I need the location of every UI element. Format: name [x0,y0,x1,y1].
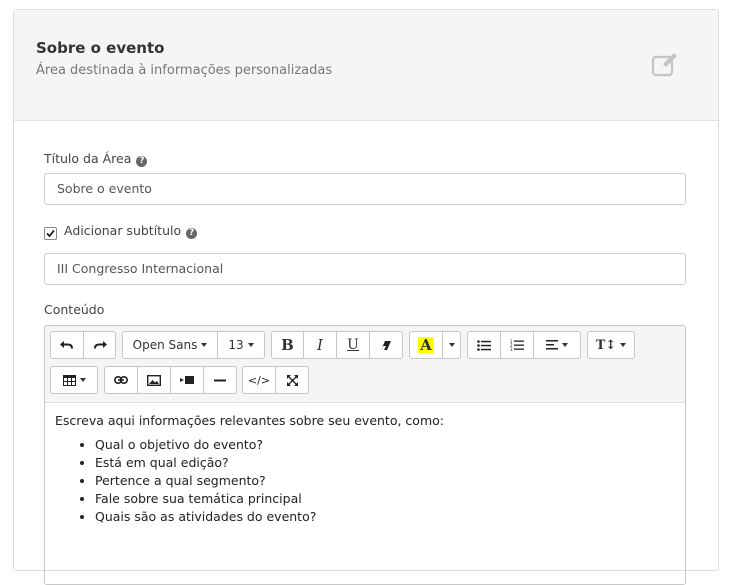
table-icon [62,374,76,386]
rich-text-editor: Open Sans 13 B I U A 123 T↕ </> Escreva … [44,325,686,585]
edit-icon[interactable] [650,50,680,80]
title-field-label-text: Título da Área [44,151,132,166]
italic-button[interactable]: I [303,331,337,359]
minus-icon [214,379,226,381]
link-button[interactable] [104,366,138,394]
font-size-select[interactable]: 13 [217,331,265,359]
panel-title: Sobre o evento [36,39,165,57]
unordered-list-button[interactable] [467,331,501,359]
editor-toolbar: Open Sans 13 B I U A 123 T↕ </> [45,326,685,403]
svg-text:3: 3 [510,347,513,351]
align-select[interactable] [533,331,581,359]
table-select[interactable] [50,366,98,394]
subtitle-input-value: III Congresso Internacional [57,261,224,276]
help-icon[interactable]: ? [186,228,198,239]
text-height-label: T↕ [595,337,617,353]
panel-header: Sobre o evento Área destinada à informaç… [14,10,718,121]
chevron-down-icon [448,343,455,347]
check-icon [46,229,55,238]
font-size-value: 13 [228,338,244,352]
fullscreen-button[interactable] [275,366,309,394]
undo-icon [60,341,73,349]
chevron-down-icon [201,343,208,347]
italic-label: I [317,336,323,354]
add-subtitle-checkbox[interactable] [44,227,57,240]
text-color-button[interactable]: A [409,331,443,359]
font-family-value: Open Sans [132,338,198,352]
image-icon [147,374,161,386]
numbered-list-icon: 123 [510,339,524,351]
event-about-panel: Sobre o evento Área destinada à informaç… [13,9,719,585]
underline-label: U [347,337,359,353]
underline-button[interactable]: U [336,331,370,359]
content-field-label: Conteúdo [44,302,105,317]
redo-icon [93,341,107,349]
redo-button[interactable] [83,331,116,359]
bold-label: B [281,336,294,354]
link-icon [114,376,128,384]
title-field-label: Título da Área? [44,151,148,167]
title-input[interactable]: Sobre o evento [44,173,686,205]
editor-intro: Escreva aqui informações relevantes sobr… [55,413,444,428]
code-label: </> [247,373,271,387]
eraser-icon [381,340,391,350]
expand-icon [286,374,298,386]
title-input-value: Sobre o evento [57,181,152,196]
add-subtitle-label-text: Adicionar subtítulo [64,223,182,238]
clear-format-button[interactable] [369,331,403,359]
list-item: Qual o objetivo do evento? [95,436,675,454]
align-left-icon [546,340,558,350]
chevron-down-icon [79,378,86,382]
editor-list: Qual o objetivo do evento? Está em qual … [55,436,675,526]
panel-subtitle: Área destinada à informações personaliza… [36,63,333,78]
list-item: Fale sobre sua temática principal [95,490,675,508]
add-subtitle-label: Adicionar subtítulo? [64,223,198,239]
list-item: Está em qual edição? [95,454,675,472]
editor-content[interactable]: Escreva aqui informações relevantes sobr… [45,403,685,536]
color-dropdown-button[interactable] [442,331,461,359]
code-view-button[interactable]: </> [242,366,276,394]
chevron-down-icon [247,343,254,347]
bold-button[interactable]: B [271,331,304,359]
image-button[interactable] [137,366,171,394]
video-button[interactable] [170,366,204,394]
text-color-label: A [418,336,434,354]
list-item: Pertence a qual segmento? [95,472,675,490]
text-height-select[interactable]: T↕ [587,331,635,359]
bullet-list-icon [477,339,491,351]
chevron-down-icon [562,343,568,347]
chevron-down-icon [620,343,627,347]
undo-button[interactable] [50,331,84,359]
list-item: Quais são as atividades do evento? [95,508,675,526]
subtitle-input[interactable]: III Congresso Internacional [44,253,686,285]
font-family-select[interactable]: Open Sans [122,331,218,359]
ordered-list-button[interactable]: 123 [500,331,534,359]
video-icon [180,376,194,384]
horizontal-rule-button[interactable] [203,366,237,394]
help-icon[interactable]: ? [136,156,148,167]
